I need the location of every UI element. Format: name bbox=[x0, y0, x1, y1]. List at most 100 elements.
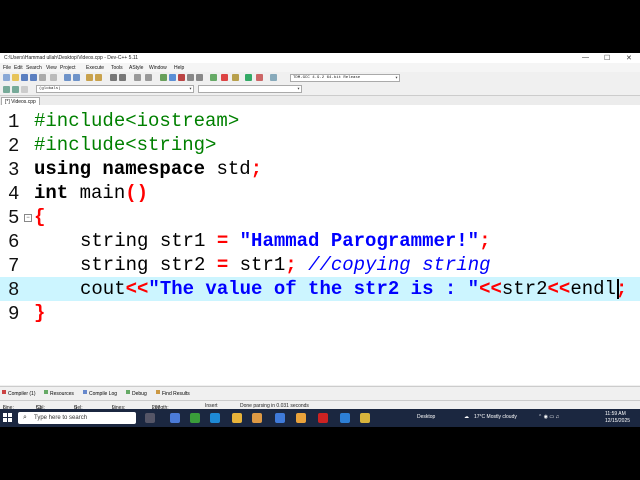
undo-icon[interactable] bbox=[64, 74, 71, 81]
devcpp-icon[interactable] bbox=[360, 413, 370, 423]
chevron-down-icon: ▾ bbox=[296, 86, 300, 92]
find-icon[interactable] bbox=[86, 74, 93, 81]
chart-icon[interactable] bbox=[245, 74, 252, 81]
code-text: { bbox=[34, 206, 46, 228]
desktop-toolbar[interactable]: Desktop bbox=[417, 414, 435, 420]
code-text: } bbox=[34, 302, 46, 324]
windows-taskbar: ⌕ Type here to search Desktop ☁ 17°C Mos… bbox=[0, 409, 640, 427]
save-all-icon[interactable] bbox=[30, 74, 37, 81]
print-icon[interactable] bbox=[50, 74, 57, 81]
toggle-comment-icon[interactable] bbox=[12, 86, 19, 93]
menu-help[interactable]: Help bbox=[174, 65, 184, 71]
line-number: 9 bbox=[8, 303, 20, 325]
log-icon bbox=[83, 389, 87, 394]
scope-select[interactable]: (globals) ▾ bbox=[36, 85, 194, 93]
save-icon[interactable] bbox=[21, 74, 28, 81]
tab-compiler[interactable]: Compiler (1) bbox=[2, 389, 36, 397]
indent-icon[interactable] bbox=[110, 74, 117, 81]
compiler-icon bbox=[2, 389, 6, 394]
redo-icon[interactable] bbox=[73, 74, 80, 81]
compiler-select[interactable]: TDM-GCC 4.9.2 64-bit Release ▾ bbox=[290, 74, 400, 82]
check-icon[interactable] bbox=[210, 74, 217, 81]
edge-icon[interactable] bbox=[210, 413, 220, 423]
text-cursor bbox=[617, 279, 619, 299]
line-number: 8 bbox=[8, 279, 20, 301]
menu-window[interactable]: Window bbox=[149, 65, 167, 71]
clock-date[interactable]: 12/15/2025 bbox=[605, 418, 630, 424]
search-icon: ⌕ bbox=[23, 414, 27, 421]
code-text: string str2 = str1; //copying string bbox=[80, 254, 491, 276]
close-file-icon[interactable] bbox=[39, 74, 46, 81]
compile-icon[interactable] bbox=[160, 74, 167, 81]
tray-icons[interactable]: ⌃ ◉ ▭ ♫ bbox=[538, 414, 559, 420]
profile-icon[interactable] bbox=[232, 74, 239, 81]
rebuild-icon[interactable] bbox=[187, 74, 194, 81]
app-icon[interactable] bbox=[190, 413, 200, 423]
new-file-icon[interactable] bbox=[3, 74, 10, 81]
code-line: 7 string str2 = str1; //copying string bbox=[0, 253, 640, 277]
code-text: #include<iostream> bbox=[34, 110, 240, 132]
weather-text[interactable]: 17°C Mostly cloudy bbox=[474, 414, 517, 420]
code-line: 9 } bbox=[0, 301, 640, 325]
code-line-current: 8 cout<<"The value of the str2 is : "<<s… bbox=[0, 277, 640, 301]
menu-project[interactable]: Project bbox=[60, 65, 76, 71]
class-icon[interactable] bbox=[270, 74, 277, 81]
goto-bookmark-icon[interactable] bbox=[145, 74, 152, 81]
menu-search[interactable]: Search bbox=[26, 65, 42, 71]
editor-tabs: [*] Videos.cpp bbox=[0, 96, 640, 106]
menu-file[interactable]: File bbox=[3, 65, 11, 71]
chevron-down-icon: ▾ bbox=[188, 86, 192, 92]
insert-icon[interactable] bbox=[3, 86, 10, 93]
tab-compile-log[interactable]: Compile Log bbox=[83, 389, 117, 397]
taskbar-search[interactable]: ⌕ Type here to search bbox=[18, 412, 136, 424]
replace-icon[interactable] bbox=[95, 74, 102, 81]
maximize-button[interactable]: ☐ bbox=[604, 54, 610, 62]
menu-view[interactable]: View bbox=[46, 65, 57, 71]
menu-execute[interactable]: Execute bbox=[86, 65, 104, 71]
windows-start-icon[interactable] bbox=[3, 413, 13, 423]
cloud-icon: ☁ bbox=[464, 414, 469, 420]
clock-time[interactable]: 11:59 AM bbox=[605, 411, 626, 417]
tab-resources[interactable]: Resources bbox=[44, 389, 74, 397]
app-icon[interactable] bbox=[318, 413, 328, 423]
delete-profile-icon[interactable] bbox=[256, 74, 263, 81]
debug-check-icon bbox=[126, 389, 130, 394]
uncomment-icon[interactable] bbox=[21, 86, 28, 93]
menu-edit[interactable]: Edit bbox=[14, 65, 23, 71]
file-explorer-icon[interactable] bbox=[232, 413, 242, 423]
member-select[interactable]: ▾ bbox=[198, 85, 302, 93]
code-line: 2 #include<string> bbox=[0, 133, 640, 157]
code-editor[interactable]: 1 #include<iostream> 2 #include<string> … bbox=[0, 105, 640, 385]
code-text: using namespace std; bbox=[34, 158, 263, 180]
code-text: #include<string> bbox=[34, 134, 217, 156]
compile-run-icon[interactable] bbox=[178, 74, 185, 81]
line-number: 5 bbox=[8, 207, 20, 229]
stop-icon[interactable] bbox=[221, 74, 228, 81]
app-icon[interactable] bbox=[275, 413, 285, 423]
open-icon[interactable] bbox=[12, 74, 19, 81]
code-line: 1 #include<iostream> bbox=[0, 109, 640, 133]
vscode-icon[interactable] bbox=[340, 413, 350, 423]
chrome-icon[interactable] bbox=[296, 413, 306, 423]
task-view-icon[interactable] bbox=[145, 413, 155, 423]
menu-tools[interactable]: Tools bbox=[111, 65, 123, 71]
fold-minus-icon[interactable]: − bbox=[24, 214, 32, 222]
devcpp-window: C:\Users\Hammad ullah\Desktop\Videos.cpp… bbox=[0, 53, 640, 427]
app-icon[interactable] bbox=[170, 413, 180, 423]
output-tabs: Compiler (1) Resources Compile Log Debug… bbox=[0, 386, 640, 397]
tab-debug[interactable]: Debug bbox=[126, 389, 147, 397]
find-results-icon bbox=[156, 389, 160, 394]
app-icon[interactable] bbox=[252, 413, 262, 423]
chevron-down-icon: ▾ bbox=[394, 75, 398, 81]
minimize-button[interactable]: — bbox=[582, 54, 589, 61]
tab-find-results[interactable]: Find Results bbox=[156, 389, 190, 397]
unindent-icon[interactable] bbox=[119, 74, 126, 81]
debug-icon[interactable] bbox=[196, 74, 203, 81]
run-icon[interactable] bbox=[169, 74, 176, 81]
secondary-toolbar: (globals) ▾ ▾ bbox=[0, 84, 640, 96]
close-button[interactable]: ✕ bbox=[626, 54, 632, 62]
menu-astyle[interactable]: AStyle bbox=[129, 65, 143, 71]
code-text: int main() bbox=[34, 182, 149, 204]
toggle-bookmark-icon[interactable] bbox=[134, 74, 141, 81]
menu-bar: File Edit Search View Project Execute To… bbox=[0, 63, 640, 72]
